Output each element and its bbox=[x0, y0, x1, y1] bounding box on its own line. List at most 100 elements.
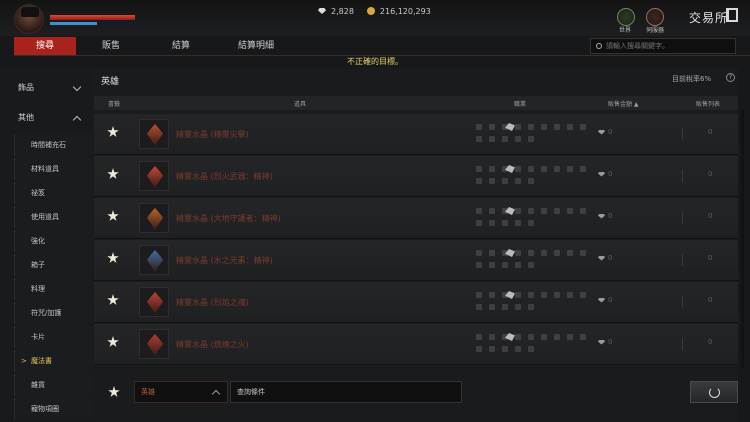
table-header: 書籤 道具 職業 販售金額 ▲ 販售列表 bbox=[94, 96, 738, 110]
gem-icon bbox=[318, 8, 326, 14]
exchange-title: 交易所 bbox=[689, 11, 729, 25]
table-row[interactable]: 精靈水晶 (烈焰之魂) 0 0 bbox=[94, 282, 738, 323]
grade-dropdown[interactable]: 英雄 bbox=[134, 381, 228, 403]
favorite-star-icon[interactable] bbox=[107, 168, 119, 179]
price-value: 0 bbox=[608, 212, 613, 220]
class-icon bbox=[515, 136, 521, 142]
class-icon bbox=[502, 178, 508, 184]
mp-bar-fill bbox=[50, 22, 97, 25]
class-icons bbox=[476, 334, 586, 356]
class-icon bbox=[580, 166, 586, 172]
condition-field[interactable]: 查詢條件 bbox=[230, 381, 462, 403]
favorite-star-icon[interactable] bbox=[107, 336, 119, 347]
item-thumbnail bbox=[139, 245, 169, 275]
favorite-star-icon[interactable] bbox=[107, 210, 119, 221]
tab-settle-details[interactable]: 結算明細 bbox=[216, 37, 296, 55]
class-icons bbox=[476, 250, 586, 272]
tab-sell[interactable]: 販售 bbox=[76, 37, 146, 55]
class-icon bbox=[528, 292, 534, 298]
item-name: 精靈水晶 (水之元素：精神) bbox=[176, 256, 273, 265]
notice-message: 不正確的目標。 bbox=[347, 57, 403, 66]
item-name: 精靈水晶 (烈焰之魂) bbox=[176, 298, 249, 307]
sidebar-item[interactable]: 雜貨 bbox=[14, 374, 92, 396]
sidebar-item[interactable]: 符咒/加護 bbox=[14, 302, 92, 324]
col-favorite[interactable]: 書籤 bbox=[108, 99, 120, 108]
scrollbar[interactable] bbox=[741, 110, 744, 368]
selected-arrow-icon: > bbox=[21, 357, 27, 365]
tab-settle[interactable]: 結算 bbox=[146, 37, 216, 55]
chevron-up-icon bbox=[72, 115, 82, 125]
sidebar-item-selected[interactable]: > 魔法書 bbox=[14, 350, 92, 372]
player-avatar[interactable] bbox=[14, 4, 44, 34]
sidebar-item[interactable]: 寵物項圈 bbox=[14, 398, 92, 420]
sidebar-category-other[interactable]: 其他 bbox=[0, 108, 92, 128]
class-icon bbox=[541, 334, 547, 340]
price-value: 0 bbox=[608, 170, 613, 178]
gem-icon bbox=[598, 171, 605, 177]
class-icons bbox=[476, 124, 586, 146]
class-icon bbox=[541, 124, 547, 130]
class-icon bbox=[567, 334, 573, 340]
item-thumbnail bbox=[139, 119, 169, 149]
class-icon bbox=[554, 166, 560, 172]
gem-icon bbox=[598, 339, 605, 345]
sidebar-item[interactable]: 強化 bbox=[14, 230, 92, 252]
hp-bar-fill bbox=[50, 15, 135, 20]
sidebar-category-label: 其他 bbox=[18, 113, 34, 122]
class-icon bbox=[541, 250, 547, 256]
mp-bar bbox=[50, 22, 135, 25]
item-price: 0 bbox=[598, 254, 612, 262]
divider bbox=[682, 128, 683, 140]
sidebar-item[interactable]: 料理 bbox=[14, 278, 92, 300]
class-icon bbox=[489, 124, 495, 130]
sidebar-item[interactable]: 材料道具 bbox=[14, 158, 92, 180]
help-icon[interactable]: ? bbox=[726, 73, 735, 82]
favorite-star-icon[interactable] bbox=[107, 294, 119, 305]
section-title: 英雄 bbox=[101, 77, 120, 87]
refresh-button[interactable] bbox=[690, 381, 738, 403]
class-icon bbox=[476, 292, 482, 298]
spirit-crystal-icon bbox=[147, 208, 163, 230]
table-row[interactable]: 精靈水晶 (烈火武器：精神) 0 0 bbox=[94, 156, 738, 197]
search-input[interactable] bbox=[606, 42, 726, 50]
class-icon bbox=[489, 304, 495, 310]
class-icon bbox=[515, 124, 521, 130]
world-icon[interactable] bbox=[617, 8, 635, 26]
table-row[interactable]: 精靈水晶 (大地守護者：精神) 0 0 bbox=[94, 198, 738, 239]
price-value: 0 bbox=[608, 296, 613, 304]
table-row[interactable]: 精靈水晶 (水之元素：精神) 0 0 bbox=[94, 240, 738, 281]
class-icon bbox=[489, 262, 495, 268]
class-icons bbox=[476, 292, 586, 314]
sidebar-item[interactable]: 時間補充石 bbox=[14, 134, 92, 156]
class-icon bbox=[489, 334, 495, 340]
class-icon bbox=[554, 124, 560, 130]
table-row[interactable]: 精靈水晶 (燃燒之火) 0 0 bbox=[94, 324, 738, 365]
spirit-crystal-icon bbox=[147, 250, 163, 272]
favorite-star-icon[interactable] bbox=[108, 386, 120, 397]
favorite-star-icon[interactable] bbox=[107, 126, 119, 137]
server-icon[interactable] bbox=[646, 8, 664, 26]
divider bbox=[682, 338, 683, 350]
tab-search[interactable]: 搜尋 bbox=[14, 37, 76, 55]
class-icon bbox=[502, 220, 508, 226]
search-box[interactable] bbox=[590, 38, 736, 54]
class-icon bbox=[476, 178, 482, 184]
col-listing[interactable]: 販售列表 bbox=[696, 99, 720, 108]
sidebar-item[interactable]: 箱子 bbox=[14, 254, 92, 276]
item-thumbnail bbox=[139, 203, 169, 233]
class-icon bbox=[554, 292, 560, 298]
exchange-exit-icon[interactable] bbox=[726, 8, 738, 22]
sidebar-item[interactable]: 卡片 bbox=[14, 326, 92, 348]
class-icon bbox=[502, 262, 508, 268]
class-icon bbox=[528, 220, 534, 226]
sidebar-item[interactable]: 使用道具 bbox=[14, 206, 92, 228]
col-class[interactable]: 職業 bbox=[514, 99, 526, 108]
gem-icon bbox=[598, 129, 605, 135]
sidebar-item[interactable]: 祕笈 bbox=[14, 182, 92, 204]
col-price[interactable]: 販售金額 ▲ bbox=[608, 99, 639, 108]
divider bbox=[682, 296, 683, 308]
sidebar-category-accessories[interactable]: 飾品 bbox=[0, 78, 92, 98]
table-row[interactable]: 精靈水晶 (精靈尖擊) 0 0 bbox=[94, 114, 738, 155]
col-item[interactable]: 道具 bbox=[294, 99, 306, 108]
favorite-star-icon[interactable] bbox=[107, 252, 119, 263]
